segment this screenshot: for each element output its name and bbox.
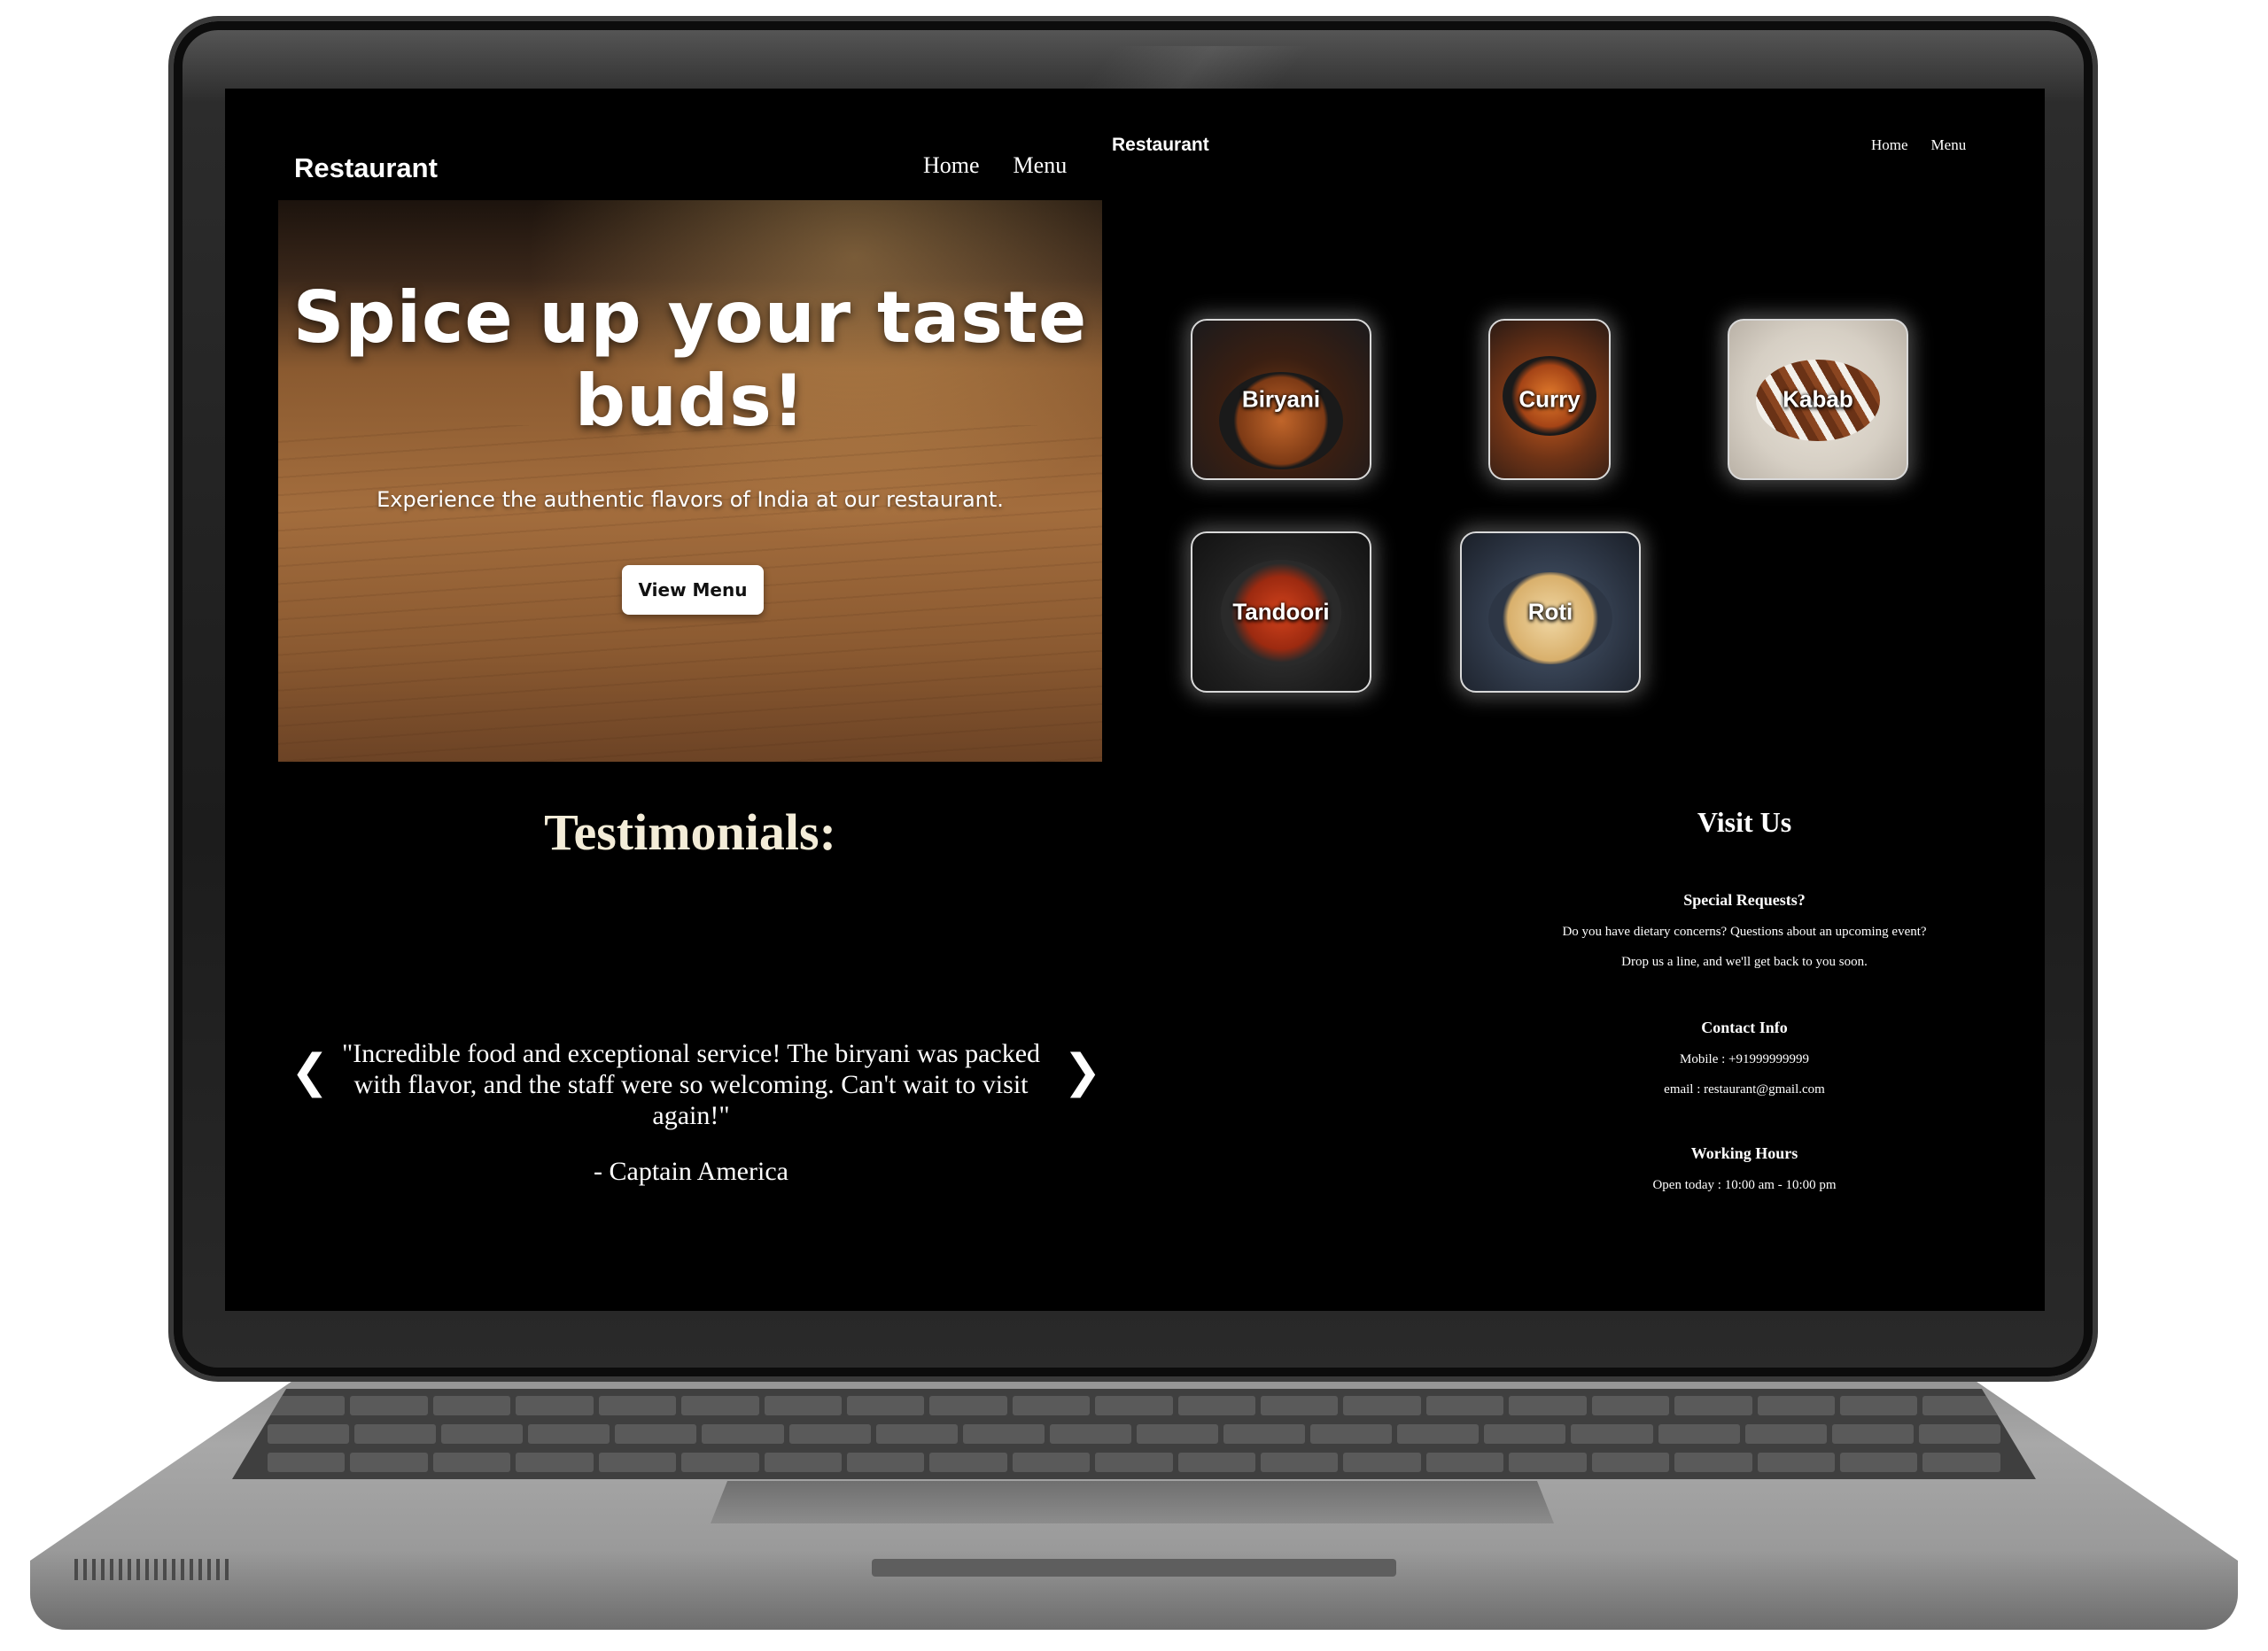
special-requests-text-2: Drop us a line, and we'll get back to yo…	[1621, 955, 1868, 969]
left-nav-home[interactable]: Home	[923, 152, 980, 179]
working-hours-heading: Working Hours	[1690, 1144, 1798, 1162]
special-requests-text: Do you have dietary concerns? Questions …	[1562, 925, 1927, 939]
testimonial-prev-arrow[interactable]: ❮	[291, 1045, 330, 1098]
menu-tile-label: Biryani	[1241, 385, 1321, 413]
lid-glare	[1080, 46, 1312, 89]
right-brand-logo[interactable]: Restaurant	[1112, 135, 1209, 156]
laptop-screen: Restaurant Home Menu Spice up your taste…	[225, 89, 2045, 1311]
menu-tile-label: Curry	[1518, 385, 1581, 413]
menu-tile-label: Roti	[1527, 598, 1573, 625]
contact-email[interactable]: email : restaurant@gmail.com	[1262, 1082, 2045, 1097]
view-menu-button[interactable]: View Menu	[622, 565, 764, 615]
hero-subtitle: Experience the authentic flavors of Indi…	[377, 487, 1004, 512]
testimonial-author: - Captain America	[594, 1157, 788, 1186]
visit-us-title: Visit Us	[1697, 806, 1792, 838]
testimonials-title: Testimonials:	[544, 803, 836, 861]
special-requests-heading: Special Requests?	[1683, 891, 1806, 909]
menu-tile-tandoori[interactable]: Tandoori	[1191, 531, 1371, 693]
menu-tile-label: Kabab	[1783, 385, 1853, 413]
contact-mobile: Mobile : +91999999999	[1680, 1052, 1809, 1066]
menu-tile-roti[interactable]: Roti	[1460, 531, 1641, 693]
right-nav-home[interactable]: Home	[1871, 136, 1908, 154]
contact-info-heading: Contact Info	[1701, 1019, 1788, 1036]
menu-tile-curry[interactable]: Curry	[1488, 319, 1611, 480]
laptop-vent	[74, 1559, 234, 1580]
laptop-trackpad	[711, 1481, 1554, 1523]
left-brand-logo[interactable]: Restaurant	[294, 152, 438, 184]
hero-title: Spice up your taste buds!	[292, 276, 1088, 442]
laptop-keyboard	[232, 1389, 2036, 1479]
hero-banner: Spice up your taste buds! Experience the…	[278, 200, 1102, 762]
working-hours-text: Open today : 10:00 am - 10:00 pm	[1652, 1178, 1837, 1192]
testimonial-quote: "Incredible food and exceptional service…	[341, 1039, 1041, 1130]
menu-tile-biryani[interactable]: Biryani	[1191, 319, 1371, 480]
menu-tile-label: Tandoori	[1232, 598, 1330, 625]
right-nav-menu[interactable]: Menu	[1931, 136, 1967, 154]
right-nav: Home Menu	[1871, 136, 1966, 154]
left-nav-menu[interactable]: Menu	[1014, 152, 1068, 179]
testimonial-next-arrow[interactable]: ❯	[1063, 1045, 1102, 1098]
menu-tile-kabab[interactable]: Kabab	[1728, 319, 1908, 480]
left-nav: Home Menu	[923, 152, 1067, 179]
laptop-front-notch	[872, 1559, 1396, 1577]
